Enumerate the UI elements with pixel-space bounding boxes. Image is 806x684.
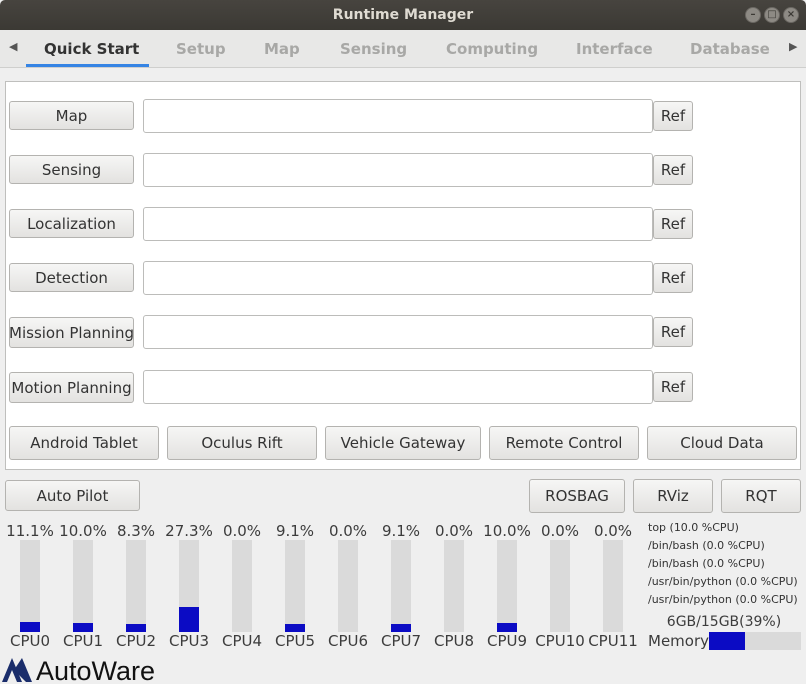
cpu-usage-bar (338, 540, 358, 632)
logo-text: AutoWare (36, 656, 155, 684)
tab-setup[interactable]: Setup (176, 40, 226, 58)
autoware-logo: AutoWare (2, 656, 155, 684)
cpu-usage-bar (603, 540, 623, 632)
cpu-usage-bar (285, 540, 305, 632)
cpu-label: CPU6 (327, 632, 369, 650)
window-title: Runtime Manager (332, 7, 474, 23)
cpu-usage-bar (550, 540, 570, 632)
close-icon[interactable]: × (783, 7, 799, 23)
cpu-percent-text: 0.0% (540, 522, 580, 540)
process-line: /bin/bash (0.0 %CPU) (648, 539, 765, 552)
rqt-button[interactable]: RQT (721, 479, 801, 513)
process-line: /usr/bin/python (0.0 %CPU) (648, 575, 798, 588)
cpu-usage-bar (73, 540, 93, 632)
memory-bar (709, 632, 801, 650)
cloud-data-button[interactable]: Cloud Data (647, 426, 797, 460)
tab-scroll-left-icon[interactable]: ◀ (9, 40, 17, 53)
cpu-usage-bar (20, 540, 40, 632)
cpu-percent-text: 0.0% (222, 522, 262, 540)
android-tablet-button[interactable]: Android Tablet (9, 426, 159, 460)
map-path-input[interactable] (143, 99, 653, 133)
cpu-label: CPU11 (588, 632, 638, 650)
memory-label: Memory (648, 632, 710, 650)
cpu-percent-text: 0.0% (593, 522, 633, 540)
memory-bar-fill (709, 632, 745, 650)
cpu-label: CPU9 (486, 632, 528, 650)
remote-control-button[interactable]: Remote Control (489, 426, 639, 460)
tab-map[interactable]: Map (264, 40, 300, 58)
cpu-label: CPU2 (115, 632, 157, 650)
auto-pilot-button[interactable]: Auto Pilot (5, 480, 140, 511)
detection-path-input[interactable] (143, 261, 653, 295)
cpu-usage-fill (179, 606, 199, 632)
cpu-usage-fill (285, 623, 305, 632)
mission-planning-ref-button[interactable]: Ref (653, 317, 693, 347)
motion-planning-ref-button[interactable]: Ref (653, 372, 693, 402)
map-button[interactable]: Map (9, 101, 134, 130)
tab-database[interactable]: Database (690, 40, 770, 58)
cpu-percent-text: 10.0% (59, 522, 107, 540)
cpu-usage-fill (391, 623, 411, 632)
tab-computing[interactable]: Computing (446, 40, 538, 58)
cpu-usage-fill (20, 621, 40, 632)
tab-interface[interactable]: Interface (576, 40, 653, 58)
cpu-label: CPU3 (168, 632, 210, 650)
minimize-icon[interactable]: – (745, 7, 761, 23)
cpu-label: CPU1 (62, 632, 104, 650)
cpu-percent-text: 0.0% (434, 522, 474, 540)
process-line: /usr/bin/python (0.0 %CPU) (648, 593, 798, 606)
cpu-percent-text: 27.3% (165, 522, 213, 540)
tab-bar: ◀ Quick Start Setup Map Sensing Computin… (0, 30, 806, 68)
rviz-button[interactable]: RViz (633, 479, 713, 513)
cpu-label: CPU7 (380, 632, 422, 650)
cpu-usage-bar (232, 540, 252, 632)
rosbag-button[interactable]: ROSBAG (529, 479, 625, 513)
cpu-label: CPU8 (433, 632, 475, 650)
title-bar: Runtime Manager – □ × (0, 0, 806, 30)
cpu-percent-text: 10.0% (483, 522, 531, 540)
localization-path-input[interactable] (143, 207, 653, 241)
cpu-usage-fill (126, 624, 146, 632)
process-line: /bin/bash (0.0 %CPU) (648, 557, 765, 570)
mission-planning-button[interactable]: Mission Planning (9, 317, 134, 348)
cpu-percent-text: 8.3% (116, 522, 156, 540)
cpu-usage-bar (391, 540, 411, 632)
active-tab-indicator (26, 64, 149, 67)
mission-planning-path-input[interactable] (143, 315, 653, 349)
cpu-label: CPU4 (221, 632, 263, 650)
localization-button[interactable]: Localization (9, 209, 134, 238)
sensing-ref-button[interactable]: Ref (653, 155, 693, 185)
tab-quick-start[interactable]: Quick Start (44, 40, 139, 58)
cpu-label: CPU10 (535, 632, 585, 650)
cpu-percent-text: 11.1% (6, 522, 54, 540)
localization-ref-button[interactable]: Ref (653, 209, 693, 239)
oculus-rift-button[interactable]: Oculus Rift (167, 426, 317, 460)
cpu-percent-text: 9.1% (275, 522, 315, 540)
tab-sensing[interactable]: Sensing (340, 40, 407, 58)
vehicle-gateway-button[interactable]: Vehicle Gateway (325, 426, 481, 460)
sensing-button[interactable]: Sensing (9, 155, 134, 184)
maximize-icon[interactable]: □ (764, 7, 780, 23)
detection-button[interactable]: Detection (9, 263, 134, 292)
cpu-usage-bar (444, 540, 464, 632)
sensing-path-input[interactable] (143, 153, 653, 187)
cpu-percent-text: 9.1% (381, 522, 421, 540)
cpu-usage-fill (497, 622, 517, 632)
tab-scroll-right-icon[interactable]: ▶ (789, 40, 797, 53)
map-ref-button[interactable]: Ref (653, 101, 693, 131)
memory-usage-text: 6GB/15GB(39%) (666, 614, 782, 630)
process-line: top (10.0 %CPU) (648, 521, 739, 534)
cpu-label: CPU0 (9, 632, 51, 650)
cpu-usage-bar (126, 540, 146, 632)
detection-ref-button[interactable]: Ref (653, 263, 693, 293)
motion-planning-button[interactable]: Motion Planning (9, 372, 134, 403)
cpu-usage-fill (73, 622, 93, 632)
cpu-label: CPU5 (274, 632, 316, 650)
cpu-usage-bar (497, 540, 517, 632)
motion-planning-path-input[interactable] (143, 370, 653, 404)
cpu-percent-text: 0.0% (328, 522, 368, 540)
cpu-usage-bar (179, 540, 199, 632)
